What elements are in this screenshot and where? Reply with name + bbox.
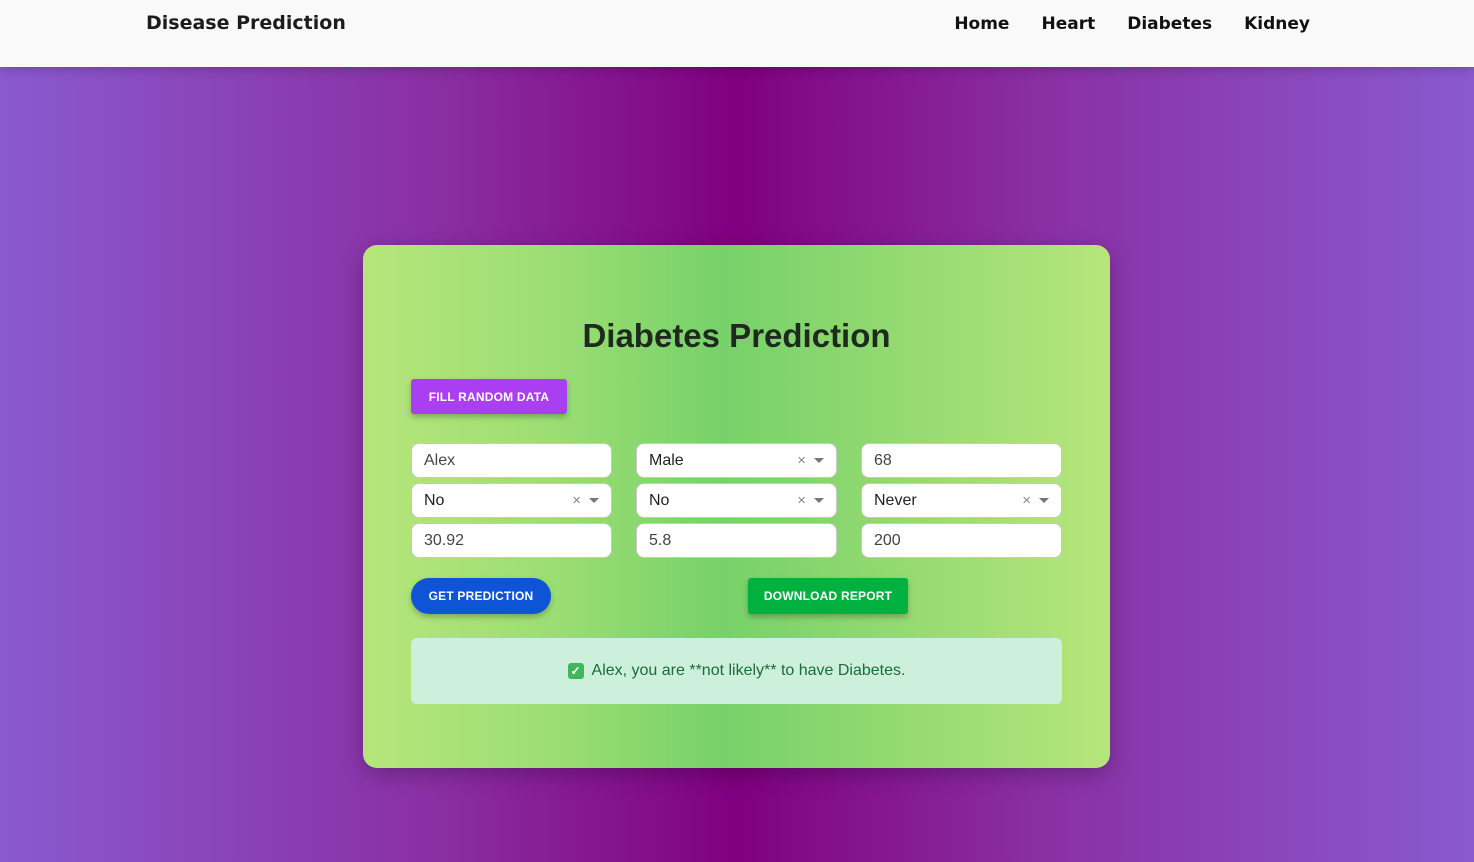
download-report-button[interactable]: Download Report [748,578,908,614]
clear-icon[interactable]: × [797,452,806,469]
chevron-down-icon[interactable] [589,498,599,503]
nav-link-kidney[interactable]: Kidney [1244,14,1310,34]
clear-icon[interactable]: × [797,492,806,509]
name-input[interactable] [424,451,599,470]
age-input[interactable] [874,451,1049,470]
clear-icon[interactable]: × [1022,492,1031,509]
blood-glucose-field[interactable] [861,523,1062,558]
chevron-down-icon[interactable] [1039,498,1049,503]
clear-icon[interactable]: × [572,492,581,509]
fill-random-data-button[interactable]: Fill Random Data [411,379,567,414]
prediction-result: ✓ Alex, you are **not likely** to have D… [411,638,1062,704]
get-prediction-button[interactable]: Get Prediction [411,578,551,614]
bmi-field[interactable] [411,523,612,558]
blood-glucose-input[interactable] [874,531,1049,550]
hypertension-value: No [424,491,445,509]
chevron-down-icon[interactable] [814,458,824,463]
heart-disease-value: No [649,491,670,509]
smoking-history-value: Never [874,491,917,509]
bmi-input[interactable] [424,531,599,550]
name-field[interactable] [411,443,612,478]
age-field[interactable] [861,443,1062,478]
gender-select[interactable]: Male × [636,443,837,478]
nav-link-heart[interactable]: Heart [1041,14,1095,34]
result-message: Alex, you are **not likely** to have Dia… [591,662,906,679]
brand-title[interactable]: Disease Prediction [146,12,346,34]
page-title: Diabetes Prediction [582,317,891,354]
gender-value: Male [649,451,684,469]
navbar: Disease Prediction Home Heart Diabetes K… [0,0,1474,67]
smoking-history-select[interactable]: Never × [861,483,1062,518]
nav-links: Home Heart Diabetes Kidney [954,14,1310,34]
heart-disease-select[interactable]: No × [636,483,837,518]
hba1c-input[interactable] [649,531,824,550]
hba1c-field[interactable] [636,523,837,558]
nav-link-diabetes[interactable]: Diabetes [1127,14,1212,34]
check-icon: ✓ [567,663,584,679]
chevron-down-icon[interactable] [814,498,824,503]
prediction-card: Diabetes Prediction Fill Random Data Mal… [363,245,1110,768]
hypertension-select[interactable]: No × [411,483,612,518]
nav-link-home[interactable]: Home [954,14,1009,34]
